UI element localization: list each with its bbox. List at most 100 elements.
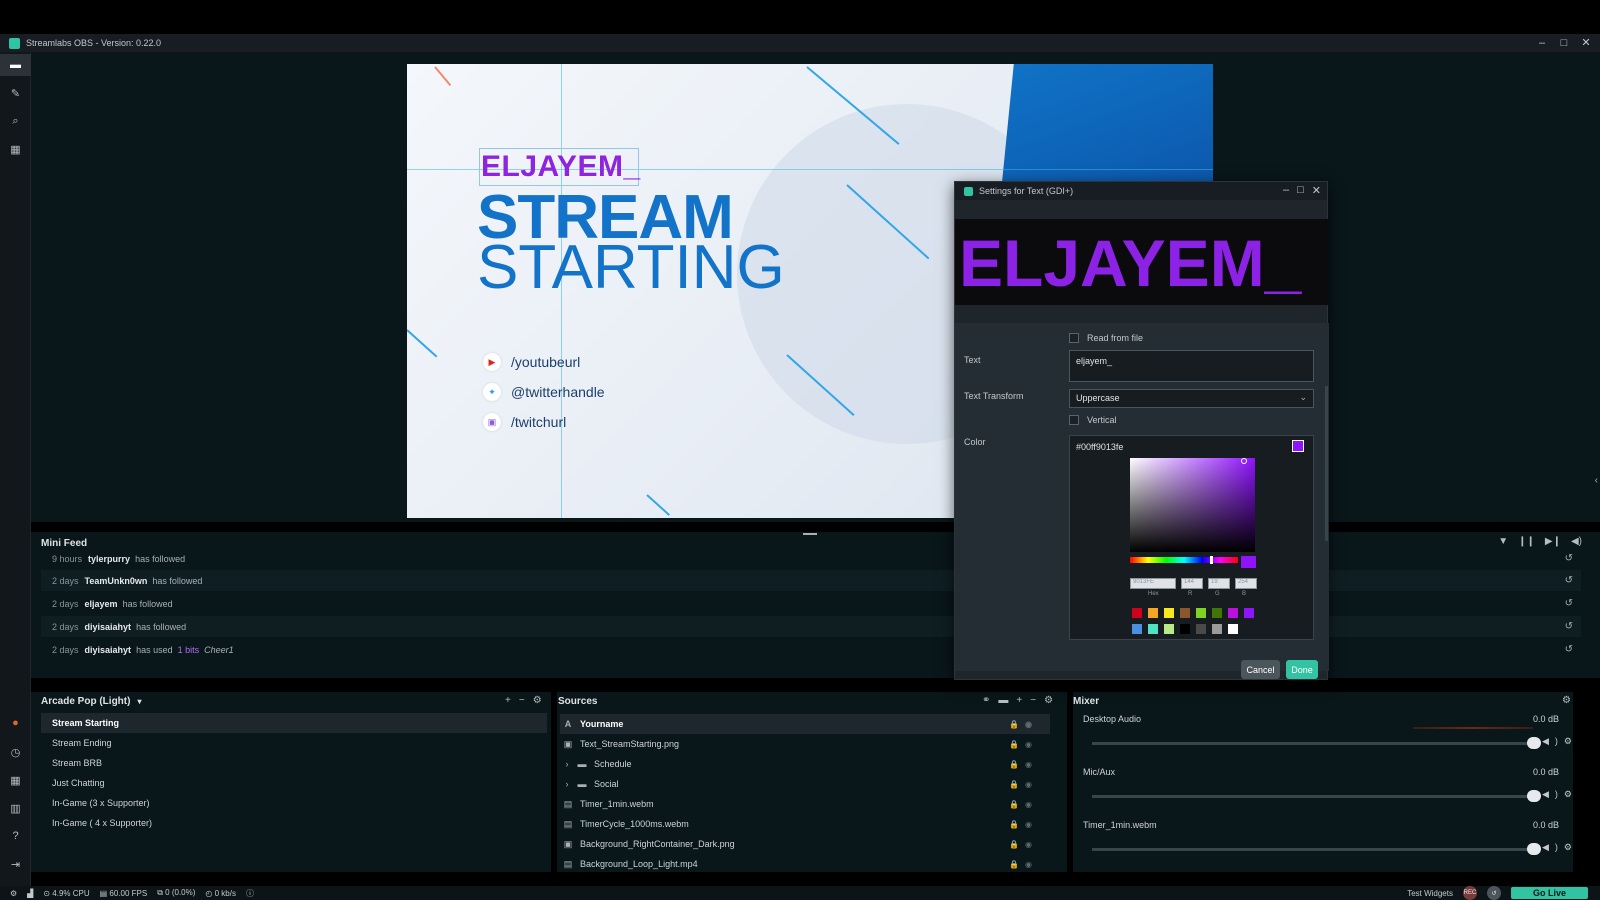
text-input[interactable]: eljayem_ [1069, 350, 1314, 382]
scene-item[interactable]: In-Game (3 x Supporter) [41, 793, 547, 813]
lock-visibility-icon[interactable]: 🔒◉ [1009, 820, 1038, 829]
stats-chart-icon[interactable]: ▟ [27, 889, 33, 898]
scene-item[interactable]: In-Game ( 4 x Supporter) [41, 813, 547, 833]
color-preset-swatch[interactable] [1132, 624, 1142, 634]
replay-icon[interactable]: ↺ [1486, 886, 1501, 900]
mixer-settings-icon[interactable]: ⚙ [1562, 695, 1571, 706]
columns-icon[interactable]: ▥ [0, 797, 31, 819]
lock-visibility-icon[interactable]: 🔒◉ [1009, 800, 1038, 809]
read-from-file-checkbox[interactable]: Read from file [1069, 333, 1143, 343]
test-widgets-button[interactable]: Test Widgets [1407, 889, 1453, 898]
color-preset-swatch[interactable] [1212, 624, 1222, 634]
volume-icon[interactable]: ◀)⚙ [1542, 736, 1578, 747]
source-item[interactable]: ▣ Text_StreamStarting.png 🔒◉ [560, 734, 1050, 754]
close-button[interactable]: ✕ [1580, 36, 1592, 50]
source-item[interactable]: A Yourname 🔒◉ [560, 714, 1050, 734]
logout-icon[interactable]: ⇥ [0, 853, 31, 875]
color-preset-swatch[interactable] [1132, 608, 1142, 618]
volume-slider[interactable] [1092, 795, 1530, 798]
repeat-icon[interactable]: ↺ [1565, 644, 1573, 655]
dialog-scrollbar[interactable] [1325, 386, 1328, 541]
volume-icon[interactable]: ◀)⚙ [1542, 842, 1578, 853]
chevron-right-icon[interactable]: › [560, 779, 574, 789]
scene-item[interactable]: Stream BRB [41, 753, 547, 773]
source-settings-icon[interactable]: ⚙ [1044, 695, 1053, 706]
checkbox-box[interactable] [1069, 333, 1079, 343]
checkbox-box[interactable] [1069, 415, 1079, 425]
lock-visibility-icon[interactable]: 🔒◉ [1009, 740, 1038, 749]
minimize-button[interactable]: – [1536, 36, 1548, 50]
remove-source-icon[interactable]: − [1030, 695, 1036, 706]
color-cursor[interactable] [1241, 458, 1247, 464]
color-preset-swatch[interactable] [1164, 608, 1174, 618]
store-icon[interactable]: ▦ [0, 138, 31, 160]
stats-icon[interactable]: ◷ [0, 741, 31, 763]
dialog-minimize-button[interactable]: – [1283, 184, 1289, 197]
scene-collection-dropdown[interactable]: Arcade Pop (Light) ▾ [41, 692, 141, 710]
repeat-icon[interactable]: ↺ [1565, 598, 1573, 609]
color-preset-swatch[interactable] [1164, 624, 1174, 634]
add-folder-icon[interactable]: ▬ [998, 695, 1008, 706]
done-button[interactable]: Done [1286, 660, 1318, 679]
volume-slider[interactable] [1092, 742, 1530, 745]
skip-icon[interactable]: ▶❙ [1545, 536, 1561, 547]
repeat-icon[interactable]: ↺ [1565, 553, 1573, 564]
lock-visibility-icon[interactable]: 🔒◉ [1009, 760, 1038, 769]
dialog-close-button[interactable]: ✕ [1312, 184, 1321, 197]
chevron-left-icon[interactable]: ‹ [1595, 475, 1598, 486]
remove-scene-icon[interactable]: − [519, 695, 525, 706]
saturation-value-area[interactable] [1130, 458, 1255, 552]
volume-knob[interactable] [1527, 790, 1541, 802]
add-source-icon[interactable]: + [1016, 695, 1022, 706]
color-preset-swatch[interactable] [1180, 608, 1190, 618]
layout-icon[interactable]: ▦ [0, 769, 31, 791]
lock-visibility-icon[interactable]: 🔒◉ [1009, 860, 1038, 869]
source-item[interactable]: ▣ Background_RightContainer_Dark.png 🔒◉ [560, 834, 1050, 854]
cancel-button[interactable]: Cancel [1241, 660, 1280, 679]
source-link-icon[interactable]: ⚭ [982, 695, 990, 706]
r-input[interactable]: 144 [1181, 578, 1203, 589]
repeat-icon[interactable]: ↺ [1565, 621, 1573, 632]
color-preset-swatch[interactable] [1244, 608, 1254, 618]
color-swatch[interactable] [1292, 440, 1304, 452]
studio-icon[interactable]: ▬ [0, 54, 31, 76]
source-item[interactable]: ▤ Background_Loop_Light.mp4 🔒◉ [560, 854, 1050, 874]
text-transform-select[interactable]: Uppercase ⌄ [1069, 389, 1314, 408]
pause-icon[interactable]: ❙❙ [1518, 536, 1535, 547]
chevron-right-icon[interactable]: › [560, 759, 574, 769]
volume-knob[interactable] [1527, 737, 1541, 749]
color-preset-swatch[interactable] [1212, 608, 1222, 618]
add-scene-icon[interactable]: + [505, 695, 511, 706]
lock-visibility-icon[interactable]: 🔒◉ [1009, 840, 1038, 849]
dialog-maximize-button[interactable]: □ [1297, 184, 1304, 197]
rec-button[interactable]: REC [1462, 886, 1477, 900]
volume-icon[interactable]: ◀) [1571, 536, 1582, 547]
source-item[interactable]: ▤ TimerCycle_1000ms.webm 🔒◉ [560, 814, 1050, 834]
volume-icon[interactable]: ◀)⚙ [1542, 789, 1578, 800]
vertical-checkbox[interactable]: Vertical [1069, 415, 1117, 425]
volume-knob[interactable] [1527, 843, 1541, 855]
record-icon[interactable]: ● [0, 712, 31, 734]
filter-icon[interactable]: ▼ [1498, 536, 1508, 547]
info-icon[interactable]: ⓘ [246, 888, 254, 899]
canvas-name-text[interactable]: ELJAYEM_ [481, 150, 641, 184]
go-live-button[interactable]: Go Live [1510, 887, 1588, 899]
scene-item[interactable]: Just Chatting [41, 773, 547, 793]
help-icon[interactable]: ? [0, 825, 31, 847]
source-item[interactable]: › ▬ Schedule 🔒◉ [560, 754, 1050, 774]
search-icon[interactable]: ⌕ [0, 110, 31, 132]
scene-item[interactable]: Stream Ending [41, 733, 547, 753]
g-input[interactable]: 19 [1208, 578, 1230, 589]
color-preset-swatch[interactable] [1196, 624, 1206, 634]
color-preset-swatch[interactable] [1196, 608, 1206, 618]
hex-input[interactable]: 9013FE [1130, 578, 1176, 589]
lock-visibility-icon[interactable]: 🔒◉ [1009, 720, 1038, 729]
lock-visibility-icon[interactable]: 🔒◉ [1009, 780, 1038, 789]
b-input[interactable]: 254 [1235, 578, 1257, 589]
panel-resize-handle[interactable] [803, 533, 817, 535]
volume-slider[interactable] [1092, 848, 1530, 851]
color-preset-swatch[interactable] [1228, 608, 1238, 618]
color-preset-swatch[interactable] [1180, 624, 1190, 634]
scene-settings-icon[interactable]: ⚙ [533, 695, 542, 706]
scene-item[interactable]: Stream Starting [41, 713, 547, 733]
